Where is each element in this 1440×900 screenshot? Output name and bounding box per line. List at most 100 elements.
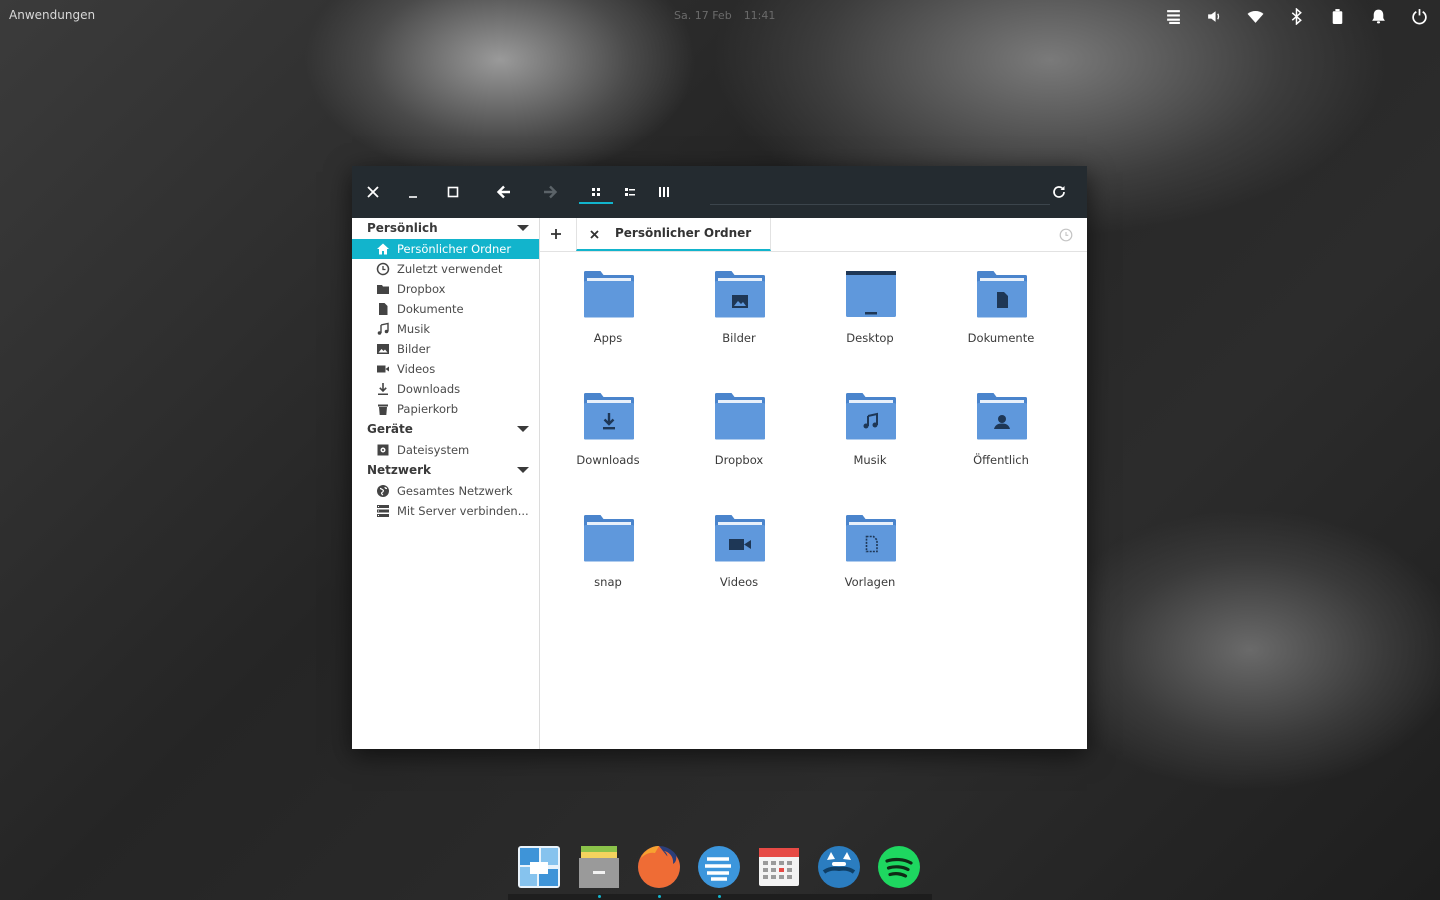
download-folder-icon [584,393,634,440]
folder-icon [376,282,390,296]
bluetooth-icon[interactable] [1285,5,1307,27]
applications-menu[interactable]: Anwendungen [9,8,95,22]
web-browser-icon[interactable] [816,844,862,890]
sidebar-item-label: Bilder [397,342,431,356]
desktop-folder-icon [846,271,896,317]
image-folder-icon [715,271,765,318]
sidebar-item-entire-network[interactable]: Gesamtes Netzwerk [352,481,539,501]
folder-name: Apps [593,331,623,345]
collapse-caret-icon[interactable] [517,426,529,432]
maximize-icon[interactable] [441,180,465,204]
folder-item[interactable]: snap [558,496,658,596]
folder-name: Bilder [722,331,756,345]
running-indicator [658,895,661,898]
sidebar-item-label: Dokumente [397,302,464,316]
stack-icon[interactable] [1162,5,1184,27]
grid-view-icon[interactable] [584,180,608,204]
clock-date: Sa. 17 Feb [674,9,732,22]
plus-icon [551,229,561,239]
clock-time: 11:41 [743,9,776,22]
trash-icon [376,402,390,416]
sidebar-item-home[interactable]: Persönlicher Ordner [352,239,539,259]
folder-item[interactable]: Öffentlich [951,374,1051,474]
folder-item[interactable]: Downloads [558,374,658,474]
minimize-icon[interactable] [401,180,425,204]
folder-name: Downloads [576,453,640,467]
running-indicator [598,895,601,898]
collapse-caret-icon[interactable] [517,467,529,473]
sidebar-item-label: Videos [397,362,436,376]
folder-name: Musik [853,453,887,467]
app-store-icon[interactable] [696,844,742,890]
headerbar [352,166,1087,218]
sidebar-item-dropbox[interactable]: Dropbox [352,279,539,299]
active-view-indicator [579,202,613,204]
sidebar-item-pictures[interactable]: Bilder [352,339,539,359]
sidebar-item-videos[interactable]: Videos [352,359,539,379]
location-bar[interactable] [710,180,1050,205]
sidebar-item-trash[interactable]: Papierkorb [352,399,539,419]
sidebar-section-network[interactable]: Netzwerk [352,460,539,481]
tab-home[interactable]: Persönlicher Ordner [576,218,771,251]
reload-icon[interactable] [1047,180,1071,204]
home-icon [376,242,390,256]
folder-item[interactable]: Bilder [689,252,789,352]
multitasking-view-icon[interactable] [516,844,562,890]
server-icon [376,504,390,518]
calendar-icon[interactable] [756,844,802,890]
download-icon [376,382,390,396]
folder-item[interactable]: Videos [689,496,789,596]
clock[interactable]: Sa. 17 Feb 11:41 [674,9,787,22]
wifi-icon[interactable] [1244,5,1266,27]
sidebar-item-label: Zuletzt verwendet [397,262,503,276]
sidebar-item-label: Mit Server verbinden... [397,504,529,518]
back-arrow-icon[interactable] [492,180,516,204]
folder-icon [584,271,634,318]
close-tab-button[interactable] [585,225,603,243]
sidebar-item-recent[interactable]: Zuletzt verwendet [352,259,539,279]
folder-name: snap [594,575,622,589]
sidebar-item-label: Dateisystem [397,443,470,457]
folder-item[interactable]: Desktop [820,252,920,352]
history-icon[interactable] [1059,227,1073,242]
notifications-icon[interactable] [1367,5,1389,27]
close-icon[interactable] [361,180,385,204]
folder-item[interactable]: Apps [558,252,658,352]
volume-icon[interactable] [1203,5,1225,27]
sidebar-section-devices[interactable]: Geräte [352,419,539,440]
drive-icon [376,443,390,457]
section-title: Persönlich [367,221,438,235]
sidebar-item-music[interactable]: Musik [352,319,539,339]
folder-item[interactable]: Vorlagen [820,496,920,596]
battery-icon[interactable] [1326,5,1348,27]
list-view-icon[interactable] [618,180,642,204]
sidebar-item-label: Papierkorb [397,402,459,416]
new-tab-button[interactable] [544,222,568,246]
folder-name: Dokumente [967,331,1035,345]
sidebar-item-label: Musik [397,322,431,336]
sidebar-item-connect-server[interactable]: Mit Server verbinden... [352,501,539,521]
folder-name: Desktop [846,331,894,345]
network-icon [376,484,390,498]
folder-item[interactable]: Dropbox [689,374,789,474]
sidebar-item-documents[interactable]: Dokumente [352,299,539,319]
forward-arrow-icon[interactable] [538,180,562,204]
firefox-icon[interactable] [636,844,682,890]
sidebar-item-label: Downloads [397,382,461,396]
sidebar-item-filesystem[interactable]: Dateisystem [352,440,539,460]
sidebar-item-label: Dropbox [397,282,446,296]
music-icon [376,322,390,336]
collapse-caret-icon[interactable] [517,225,529,231]
folder-name: Vorlagen [844,575,896,589]
sidebar-item-downloads[interactable]: Downloads [352,379,539,399]
folder-name: Dropbox [714,453,764,467]
spotify-icon[interactable] [876,844,922,890]
power-icon[interactable] [1408,5,1430,27]
close-icon [589,229,599,239]
column-view-icon[interactable] [652,180,676,204]
files-app-icon[interactable] [576,844,622,890]
sidebar-section-personal[interactable]: Persönlich [352,218,539,239]
folder-item[interactable]: Dokumente [951,252,1051,352]
folder-item[interactable]: Musik [820,374,920,474]
document-folder-icon [977,271,1027,318]
